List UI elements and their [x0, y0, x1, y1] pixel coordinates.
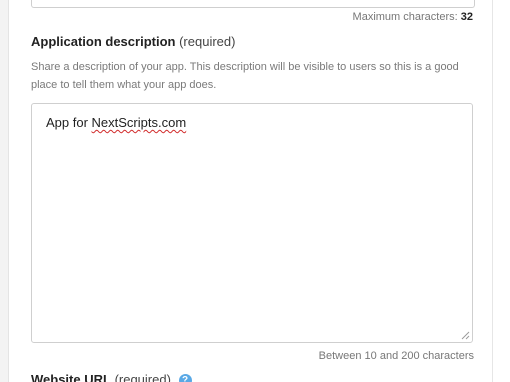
app-name-input[interactable]	[31, 0, 475, 8]
website-url-label-text: Website URL	[31, 372, 111, 382]
description-label: Application description (required)	[31, 34, 235, 49]
left-margin	[0, 0, 9, 382]
description-length-hint: Between 10 and 200 characters	[318, 350, 474, 362]
description-label-text: Application description	[31, 34, 176, 49]
max-characters-hint: Maximum characters: 32	[353, 11, 473, 23]
description-help-text: Share a description of your app. This de…	[31, 61, 459, 91]
max-characters-label: Maximum characters:	[352, 11, 458, 23]
description-value-misspelled: NextScripts.com	[91, 115, 187, 130]
website-url-label: Website URL (required) ?	[31, 372, 192, 382]
description-required-note: (required)	[179, 34, 236, 49]
description-textarea[interactable]: App for NextScripts.com	[31, 103, 473, 343]
resize-handle-icon[interactable]	[461, 331, 470, 340]
app-form-page: Maximum characters: 32 Application descr…	[0, 0, 510, 382]
right-divider	[492, 0, 493, 382]
question-mark-icon[interactable]: ?	[178, 374, 192, 382]
description-value-prefix: App for	[46, 115, 92, 130]
description-value: App for NextScripts.com	[46, 115, 186, 130]
website-url-required-note: (required)	[114, 372, 171, 382]
max-characters-value: 32	[460, 11, 473, 23]
